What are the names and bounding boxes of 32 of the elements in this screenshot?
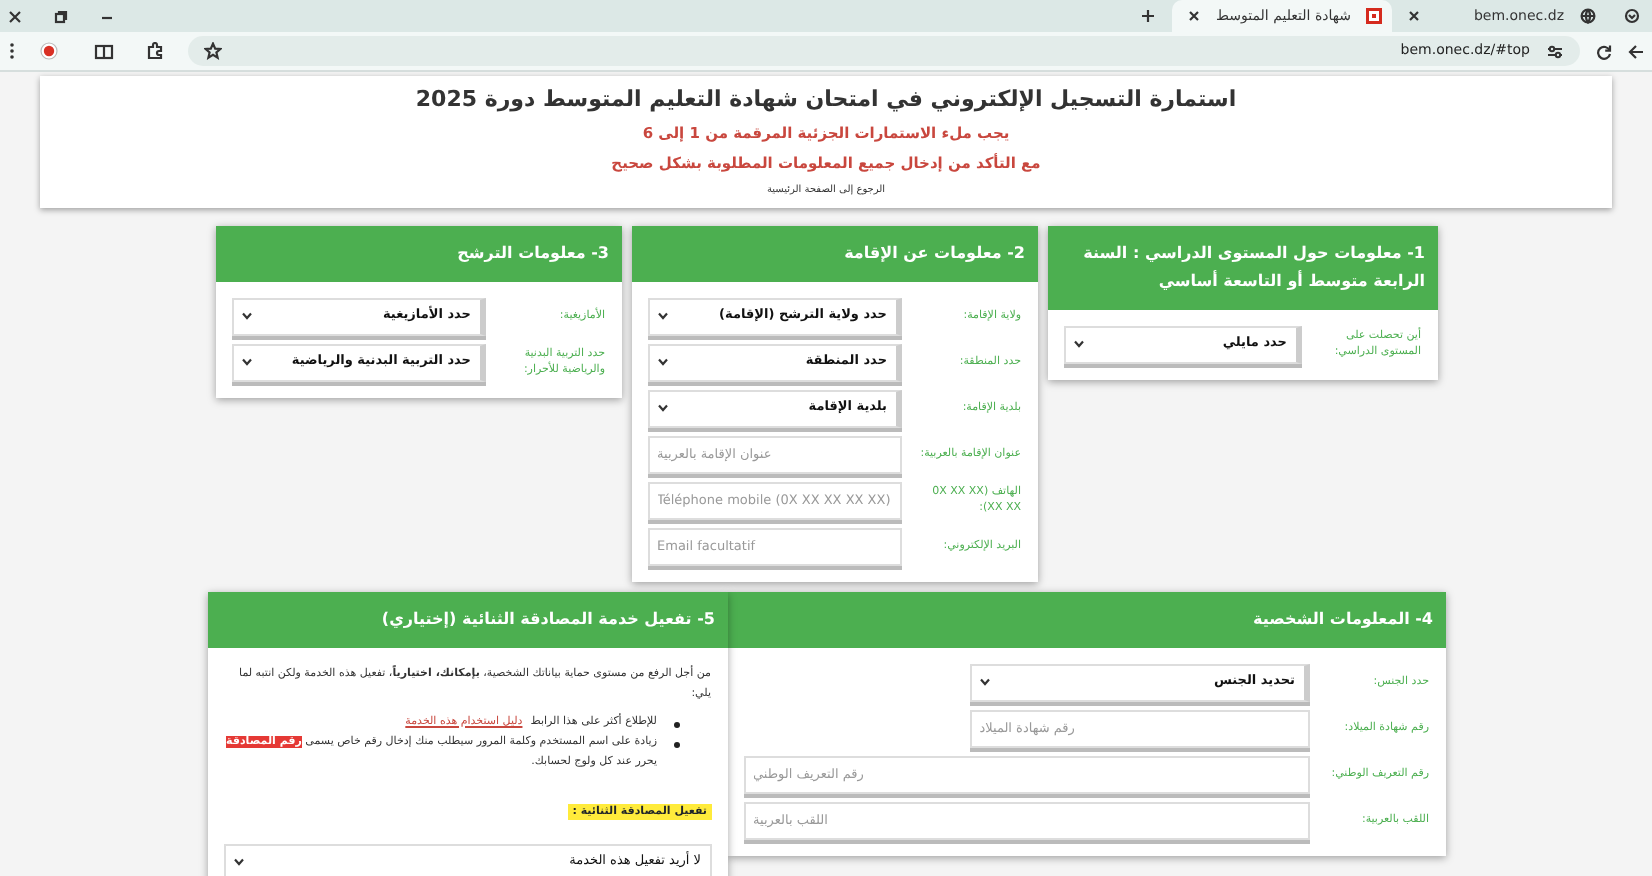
bullet-icon xyxy=(673,721,679,727)
reading-mode-icon[interactable] xyxy=(94,43,114,59)
caret-icon xyxy=(657,358,667,366)
globe-icon xyxy=(1580,8,1596,24)
panel-title: 2- معلومات عن الإقامة xyxy=(631,225,1037,281)
caret-icon xyxy=(657,312,667,320)
panel-title: 5- تفعيل خدمة المصادقة الثنائية (إختياري) xyxy=(207,591,727,647)
caret-icon xyxy=(241,358,251,366)
caret-icon xyxy=(241,312,251,320)
menu-icon[interactable] xyxy=(8,42,16,60)
reload-icon[interactable] xyxy=(1596,43,1612,59)
record-icon[interactable] xyxy=(40,42,58,60)
bullet-icon xyxy=(673,741,679,747)
caret-icon xyxy=(233,858,243,866)
flag-icon xyxy=(1366,8,1383,24)
close-icon[interactable] xyxy=(1408,10,1420,22)
page-title: استمارة التسجيل الإلكتروني في امتحان شهادة التعليم المتوسط دورة 2025 xyxy=(415,84,1237,114)
panel-title: 1- معلومات حول المستوى الدراسي : السنة الرابعة متوسط أو التاسعة أساسي xyxy=(1047,225,1437,309)
restore-icon[interactable] xyxy=(54,9,68,23)
new-tab-icon[interactable] xyxy=(1140,8,1156,24)
close-icon[interactable] xyxy=(1188,10,1200,22)
puzzle-icon[interactable] xyxy=(146,42,164,60)
panel-title: 3- معلومات الترشح xyxy=(215,225,621,281)
star-icon[interactable] xyxy=(204,42,222,60)
caret-icon xyxy=(1073,340,1083,348)
site-settings-icon[interactable] xyxy=(1546,43,1564,59)
panel-title: 4- المعلومات الشخصية xyxy=(727,591,1445,647)
caret-icon xyxy=(657,404,667,412)
close-icon[interactable] xyxy=(8,9,22,23)
tab-search-icon[interactable] xyxy=(1624,8,1640,24)
caret-icon xyxy=(979,678,990,686)
back-icon[interactable] xyxy=(1628,43,1644,59)
